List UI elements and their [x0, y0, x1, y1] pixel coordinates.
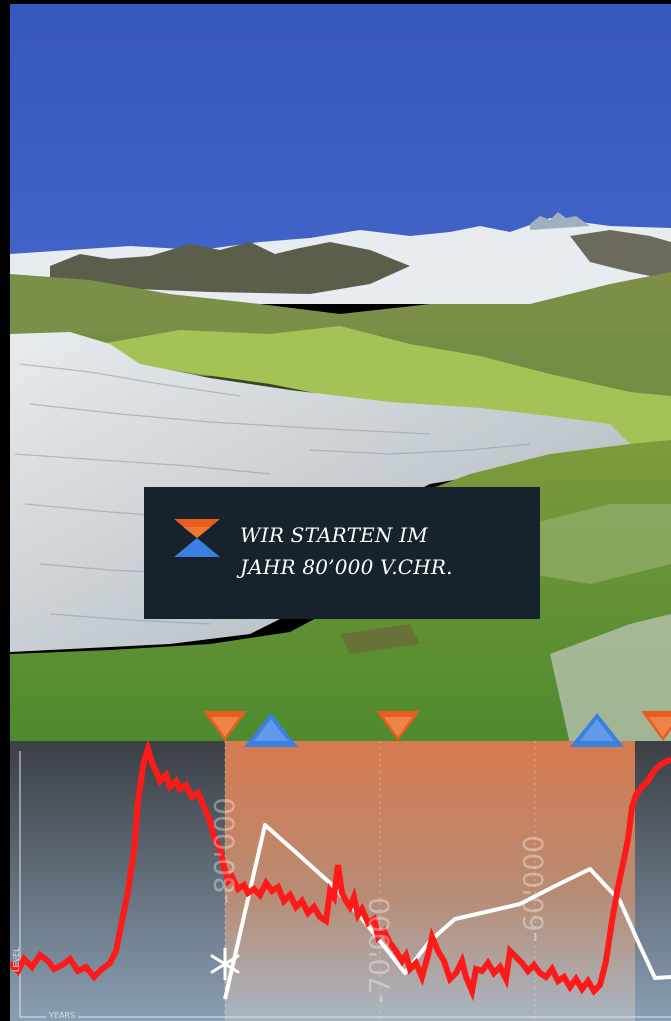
warm-marker-icon-2[interactable]: [376, 711, 420, 745]
year-label-80000: -80'000: [208, 797, 241, 904]
intro-text: WIR STARTEN IM JAHR 80’000 V.CHR.: [240, 519, 453, 583]
cold-marker-icon[interactable]: [244, 713, 298, 747]
warm-marker-icon-3[interactable]: [641, 711, 671, 745]
intro-card: WIR STARTEN IM JAHR 80’000 V.CHR.: [144, 487, 540, 619]
x-axis-label: YEARS: [46, 1011, 79, 1020]
y-axis-label: LEVEL: [12, 947, 21, 973]
warm-marker-icon[interactable]: [203, 711, 247, 745]
climate-timeline[interactable]: [10, 741, 671, 1021]
year-label-60000: -60'000: [517, 835, 550, 942]
intro-line-2: JAHR 80’000 V.CHR.: [240, 555, 453, 579]
cold-marker-icon-2[interactable]: [570, 713, 624, 747]
viewport: WIR STARTEN IM JAHR 80’000 V.CHR. -80'00…: [10, 4, 671, 1021]
year-label-70000: -70'000: [363, 897, 396, 1004]
intro-line-1: WIR STARTEN IM: [240, 523, 428, 547]
hourglass-logo-icon: [174, 519, 220, 557]
cold-period-band: [10, 741, 225, 1021]
